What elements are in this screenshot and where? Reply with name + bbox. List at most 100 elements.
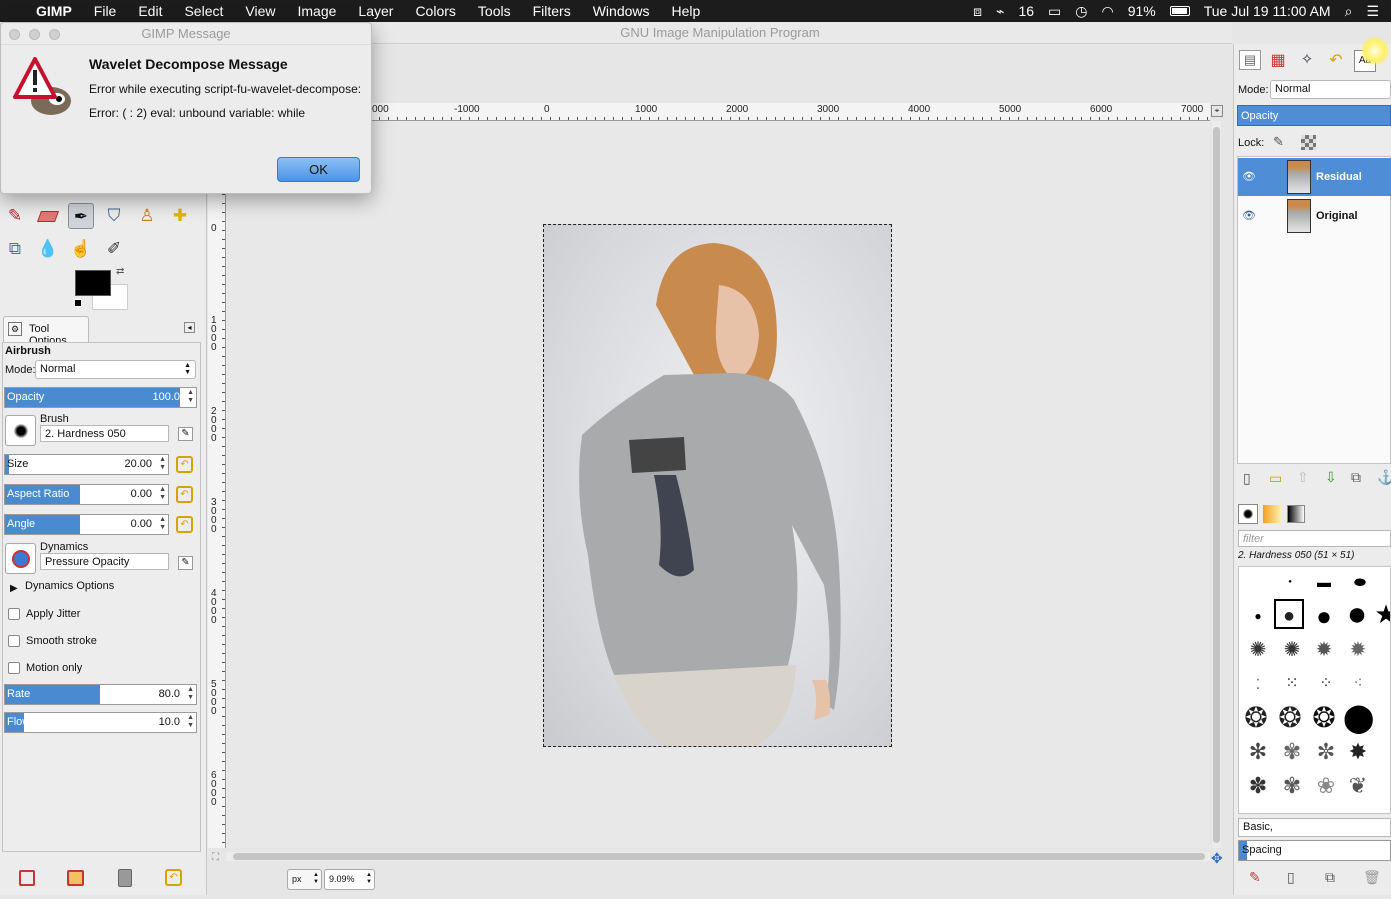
- dynamics-button[interactable]: [5, 543, 36, 574]
- tool-options-tab[interactable]: ⚙ Tool Options: [3, 316, 89, 347]
- dynamics-name-field[interactable]: Pressure Opacity: [40, 553, 169, 570]
- duplicate-brush-icon[interactable]: ⧉: [1325, 869, 1335, 886]
- navigate-icon[interactable]: ⌖: [1211, 105, 1223, 117]
- foreground-color-swatch[interactable]: [75, 270, 111, 296]
- menu-view[interactable]: View: [245, 3, 275, 19]
- clone-tool-icon[interactable]: ♙: [134, 203, 160, 229]
- aspect-reset-icon[interactable]: ↶: [176, 486, 193, 503]
- vertical-scroll-thumb[interactable]: [1213, 127, 1220, 843]
- dialog-ok-button[interactable]: OK: [277, 157, 360, 182]
- vertical-scrollbar[interactable]: [1212, 121, 1221, 848]
- new-brush-icon[interactable]: ▯: [1287, 869, 1295, 886]
- menu-app-name[interactable]: GIMP: [36, 3, 72, 19]
- layer-row-residual[interactable]: 👁 Residual: [1238, 158, 1391, 196]
- minimize-window-icon[interactable]: [29, 29, 40, 40]
- new-layer-icon[interactable]: ▯: [1243, 470, 1251, 487]
- lower-layer-icon[interactable]: ⇩: [1325, 469, 1337, 486]
- delete-brush-icon[interactable]: 🗑: [1363, 869, 1381, 886]
- heal-tool-icon[interactable]: ✚: [167, 203, 193, 229]
- smooth-stroke-checkbox[interactable]: [8, 635, 20, 647]
- dropbox-icon[interactable]: ⧈: [973, 3, 982, 20]
- anchor-layer-icon[interactable]: ⚓: [1377, 469, 1391, 486]
- paintbrush-tool-icon[interactable]: ✎: [2, 203, 28, 229]
- brushes-tab-icon[interactable]: [1238, 504, 1258, 524]
- menu-windows[interactable]: Windows: [593, 3, 650, 19]
- brush-cell[interactable]: ⬬: [1345, 567, 1375, 597]
- menu-colors[interactable]: Colors: [415, 3, 455, 19]
- size-spinner[interactable]: ▲ ▼: [159, 456, 166, 472]
- brush-name-field[interactable]: 2. Hardness 050: [40, 425, 169, 442]
- layer-opacity-slider[interactable]: Opacity: [1237, 105, 1391, 126]
- motion-only-checkbox[interactable]: [8, 662, 20, 674]
- undo-history-tab-icon[interactable]: ↶: [1325, 50, 1347, 70]
- gradients-tab-icon[interactable]: [1287, 505, 1305, 523]
- vertical-ruler[interactable]: 0 1000 2000 3000 4000 5000 6000: [208, 194, 226, 848]
- opacity-spinner[interactable]: ▲ ▼: [187, 389, 194, 405]
- airplay-icon[interactable]: ▭: [1048, 3, 1061, 20]
- brush-cell[interactable]: ✹: [1343, 635, 1373, 665]
- dodge-burn-tool-icon[interactable]: ✐: [101, 236, 127, 262]
- close-window-icon[interactable]: [9, 29, 20, 40]
- search-icon[interactable]: ⌕: [1345, 3, 1353, 20]
- flow-slider[interactable]: Flow 10.0 ▲ ▼: [4, 712, 197, 733]
- clock[interactable]: Tue Jul 19 11:00 AM: [1204, 3, 1331, 19]
- navigation-icon[interactable]: ✥: [1211, 850, 1223, 867]
- lock-alpha-icon[interactable]: [1301, 135, 1316, 150]
- layers-tab-icon[interactable]: ▤: [1239, 50, 1261, 70]
- spacing-slider[interactable]: Spacing: [1238, 840, 1391, 861]
- brush-cell[interactable]: ✽: [1243, 771, 1273, 801]
- menu-select[interactable]: Select: [184, 3, 223, 19]
- airbrush-tool-icon[interactable]: ✒: [68, 203, 94, 229]
- rate-slider[interactable]: Rate 80.0 ▲ ▼: [4, 684, 197, 705]
- visibility-eye-icon[interactable]: 👁: [1242, 209, 1256, 222]
- paths-tab-icon[interactable]: ✧: [1296, 50, 1318, 70]
- menu-image[interactable]: Image: [297, 3, 336, 19]
- expander-arrow-icon[interactable]: ▶: [10, 583, 18, 594]
- menu-list-icon[interactable]: ☰: [1366, 3, 1379, 20]
- brush-cell[interactable]: ❂: [1309, 703, 1339, 733]
- brush-cell[interactable]: ●: [1275, 567, 1305, 597]
- lock-pixels-icon[interactable]: ✎: [1273, 134, 1284, 150]
- delete-options-icon[interactable]: [118, 869, 132, 887]
- raise-layer-icon[interactable]: ⇧: [1297, 469, 1309, 486]
- brush-cell[interactable]: ⬤: [1343, 703, 1374, 733]
- brush-cell[interactable]: ✺: [1277, 635, 1307, 665]
- horizontal-scrollbar[interactable]: [226, 852, 1210, 861]
- brush-cell[interactable]: ●: [1309, 601, 1339, 631]
- rate-spinner[interactable]: ▲ ▼: [187, 686, 194, 702]
- brush-grid[interactable]: ● ▬ ⬬ ● ● ● ● ★ ✺ ✺ ✹ ✹ ⁚ ⁙ ⁘ ⁖ ❂ ❂ ❂ ⬤ …: [1238, 566, 1391, 814]
- brush-cell[interactable]: ⁘: [1311, 669, 1341, 699]
- brush-cell[interactable]: ✺: [1243, 635, 1273, 665]
- brush-cell[interactable]: ●: [1342, 597, 1372, 631]
- maximize-window-icon[interactable]: [49, 29, 60, 40]
- layer-row-original[interactable]: 👁 Original: [1238, 197, 1391, 235]
- swap-colors-icon[interactable]: ⇄: [116, 266, 124, 277]
- brush-filter-input[interactable]: filter: [1238, 530, 1391, 547]
- menu-file[interactable]: File: [94, 3, 117, 19]
- apply-jitter-checkbox[interactable]: [8, 608, 20, 620]
- patterns-tab-icon[interactable]: [1263, 505, 1281, 523]
- brush-cell[interactable]: ⁙: [1277, 669, 1307, 699]
- edit-brush-icon[interactable]: ✎: [178, 427, 193, 441]
- blur-tool-icon[interactable]: 💧: [35, 236, 61, 262]
- horizontal-scroll-thumb[interactable]: [233, 853, 1205, 860]
- size-slider[interactable]: Size 20.00 ▲ ▼: [4, 454, 169, 475]
- brush-cell[interactable]: ✾: [1277, 737, 1307, 767]
- image-canvas[interactable]: [543, 224, 892, 747]
- menu-filters[interactable]: Filters: [533, 3, 571, 19]
- brush-cell[interactable]: ✸: [1343, 737, 1373, 767]
- duplicate-layer-icon[interactable]: ⧉: [1351, 469, 1361, 486]
- brush-cell-selected[interactable]: ●: [1274, 599, 1304, 629]
- brush-cell[interactable]: ❂: [1241, 703, 1271, 733]
- edit-dynamics-icon[interactable]: ✎: [178, 556, 193, 570]
- opacity-slider[interactable]: Opacity 100.0 ▲ ▼: [4, 387, 197, 408]
- brush-cell[interactable]: ✻: [1243, 737, 1273, 767]
- perspective-clone-icon[interactable]: ⧉: [2, 236, 28, 262]
- eraser-tool-icon[interactable]: [35, 203, 61, 229]
- menu-tools[interactable]: Tools: [478, 3, 511, 19]
- restore-options-icon[interactable]: [67, 870, 84, 886]
- quick-mask-icon[interactable]: ⛶: [212, 852, 219, 863]
- flow-spinner[interactable]: ▲ ▼: [187, 714, 194, 730]
- reset-options-icon[interactable]: ↶: [165, 869, 182, 886]
- save-options-icon[interactable]: [19, 870, 35, 886]
